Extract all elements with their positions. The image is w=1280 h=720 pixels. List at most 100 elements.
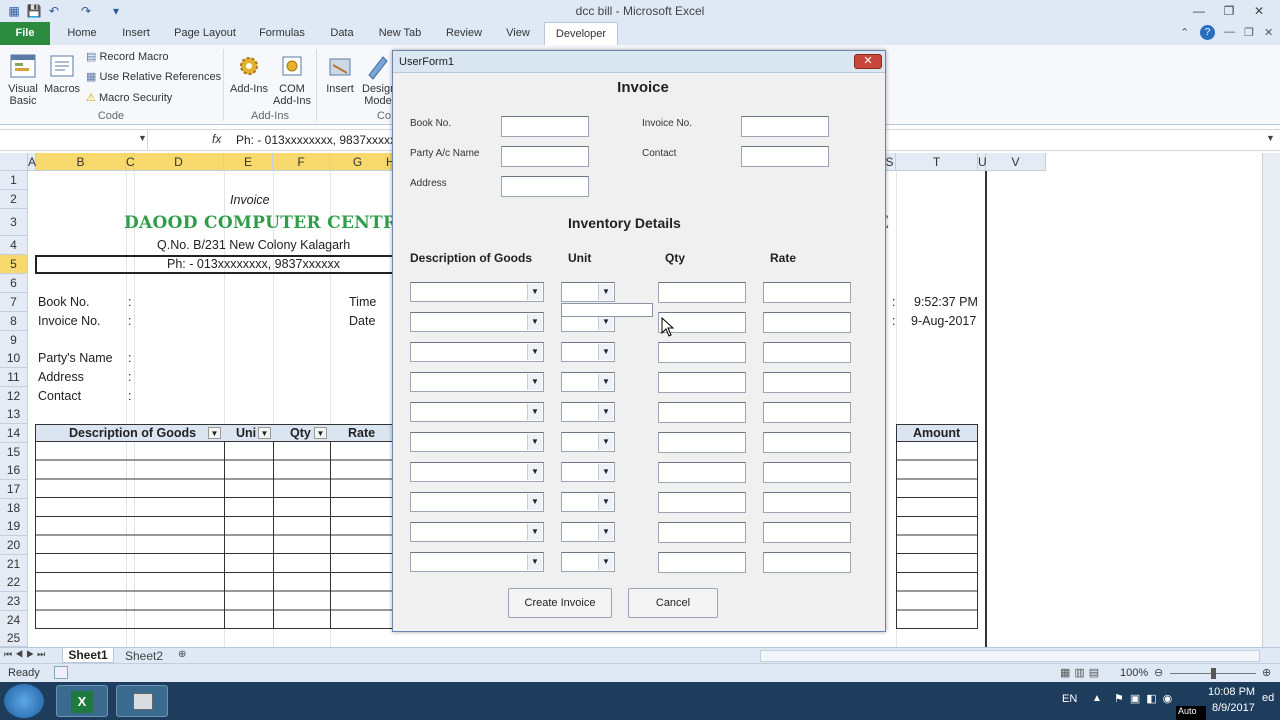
- horizontal-scrollbar[interactable]: [760, 650, 1260, 662]
- qty-input[interactable]: [658, 282, 746, 303]
- zoom-out-icon[interactable]: ⊖: [1154, 666, 1163, 679]
- qty-input[interactable]: [658, 432, 746, 453]
- zoom-level[interactable]: 100%: [1120, 667, 1148, 679]
- chevron-down-icon[interactable]: ▼: [598, 494, 613, 510]
- taskbar-window[interactable]: [116, 685, 168, 717]
- tab-developer[interactable]: Developer: [544, 22, 618, 45]
- vertical-scrollbar[interactable]: [1262, 153, 1280, 647]
- row-header[interactable]: 8: [0, 312, 28, 331]
- chevron-down-icon[interactable]: ▼: [598, 284, 613, 300]
- column-header[interactable]: V: [986, 153, 1046, 171]
- chevron-down-icon[interactable]: ▼: [527, 494, 542, 510]
- description-combo[interactable]: ▼: [410, 282, 544, 302]
- chevron-down-icon[interactable]: ▼: [527, 524, 542, 540]
- filter-dropdown-icon[interactable]: ▼: [258, 427, 271, 439]
- row-header[interactable]: 15: [0, 443, 28, 462]
- qty-input[interactable]: [658, 402, 746, 423]
- clock-date[interactable]: 8/9/2017: [1212, 702, 1255, 714]
- description-combo[interactable]: ▼: [410, 492, 544, 512]
- chevron-down-icon[interactable]: ▼: [598, 524, 613, 540]
- description-combo[interactable]: ▼: [410, 342, 544, 362]
- row-header[interactable]: 10: [0, 349, 28, 368]
- tab-data[interactable]: Data: [324, 22, 360, 45]
- unit-combo[interactable]: ▼: [561, 402, 615, 422]
- qty-input[interactable]: [658, 342, 746, 363]
- relative-references-button[interactable]: ▦ Use Relative References: [86, 68, 221, 86]
- column-header[interactable]: E: [224, 153, 273, 171]
- qty-input[interactable]: [658, 372, 746, 393]
- chevron-down-icon[interactable]: ▼: [527, 284, 542, 300]
- rate-input[interactable]: [763, 552, 851, 573]
- unit-combo[interactable]: ▼: [561, 432, 615, 452]
- description-combo[interactable]: ▼: [410, 552, 544, 572]
- description-combo[interactable]: ▼: [410, 432, 544, 452]
- unit-combo[interactable]: ▼: [561, 372, 615, 392]
- chevron-down-icon[interactable]: ▼: [527, 464, 542, 480]
- column-header[interactable]: G: [330, 153, 386, 171]
- insert-controls-button[interactable]: Insert: [320, 51, 360, 95]
- row-header[interactable]: 9: [0, 331, 28, 350]
- row-header[interactable]: 18: [0, 499, 28, 518]
- rate-input[interactable]: [763, 312, 851, 333]
- description-combo[interactable]: ▼: [410, 522, 544, 542]
- row-header[interactable]: 17: [0, 480, 28, 499]
- row-header[interactable]: 1: [0, 171, 28, 190]
- rate-input[interactable]: [763, 372, 851, 393]
- start-button[interactable]: [4, 684, 44, 718]
- chevron-down-icon[interactable]: ▼: [527, 374, 542, 390]
- view-buttons-icon[interactable]: ▦▥▤: [1060, 666, 1103, 679]
- invoice-no-input[interactable]: [741, 116, 829, 137]
- rate-input[interactable]: [763, 282, 851, 303]
- chevron-down-icon[interactable]: ▼: [598, 554, 613, 570]
- macro-record-icon[interactable]: [54, 666, 68, 679]
- qty-input[interactable]: [658, 492, 746, 513]
- unit-combo[interactable]: ▼: [561, 462, 615, 482]
- zoom-in-icon[interactable]: ⊕: [1262, 666, 1271, 679]
- fx-icon[interactable]: fx: [212, 132, 221, 146]
- chevron-down-icon[interactable]: ▼: [598, 434, 613, 450]
- close-icon[interactable]: ✕: [1246, 2, 1272, 20]
- row-header[interactable]: 3: [0, 209, 28, 236]
- column-header[interactable]: B: [36, 153, 126, 171]
- rate-input[interactable]: [763, 462, 851, 483]
- chevron-down-icon[interactable]: ▼: [598, 464, 613, 480]
- record-macro-button[interactable]: ▤ Record Macro: [86, 48, 169, 66]
- show-hidden-icons-icon[interactable]: ▲: [1092, 693, 1102, 704]
- row-header[interactable]: 4: [0, 236, 28, 255]
- row-header[interactable]: 12: [0, 387, 28, 406]
- qty-input[interactable]: [658, 552, 746, 573]
- design-mode-button[interactable]: Design Mode: [362, 51, 394, 107]
- column-header[interactable]: D: [134, 153, 224, 171]
- description-combo[interactable]: ▼: [410, 312, 544, 332]
- tab-insert[interactable]: Insert: [114, 22, 158, 45]
- formula-input[interactable]: Ph: - 013xxxxxxxx, 9837xxxxxx: [236, 133, 402, 147]
- chevron-down-icon[interactable]: ▼: [527, 554, 542, 570]
- expand-formula-bar-icon[interactable]: ▼: [1266, 133, 1275, 143]
- tab-review[interactable]: Review: [440, 22, 488, 45]
- help-icon[interactable]: ?: [1200, 25, 1215, 40]
- book-no-input[interactable]: [501, 116, 589, 137]
- macros-button[interactable]: Macros: [44, 51, 80, 95]
- rate-input[interactable]: [763, 342, 851, 363]
- sheet-tab-sheet1[interactable]: Sheet1: [62, 648, 114, 663]
- rate-input[interactable]: [763, 492, 851, 513]
- unit-combo[interactable]: ▼: [561, 522, 615, 542]
- contact-input[interactable]: [741, 146, 829, 167]
- row-header[interactable]: 2: [0, 190, 28, 209]
- tab-view[interactable]: View: [500, 22, 536, 45]
- tab-file[interactable]: File: [0, 22, 50, 45]
- clock-time[interactable]: 10:08 PM: [1208, 686, 1255, 698]
- filter-dropdown-icon[interactable]: ▼: [314, 427, 327, 439]
- com-add-ins-button[interactable]: COM Add-Ins: [270, 51, 314, 107]
- visual-basic-button[interactable]: Visual Basic: [4, 51, 42, 107]
- description-combo[interactable]: ▼: [410, 372, 544, 392]
- row-header[interactable]: 7: [0, 293, 28, 312]
- sheet-tab-sheet2[interactable]: Sheet2: [118, 649, 170, 663]
- row-header[interactable]: 6: [0, 274, 28, 293]
- minimize-icon[interactable]: —: [1186, 2, 1212, 20]
- name-box-dropdown-icon[interactable]: ▼: [138, 133, 147, 143]
- row-header[interactable]: 19: [0, 517, 28, 536]
- tab-new-tab[interactable]: New Tab: [372, 22, 428, 45]
- tab-formulas[interactable]: Formulas: [254, 22, 310, 45]
- tray-icons[interactable]: ⚑▣◧◉: [1114, 692, 1178, 705]
